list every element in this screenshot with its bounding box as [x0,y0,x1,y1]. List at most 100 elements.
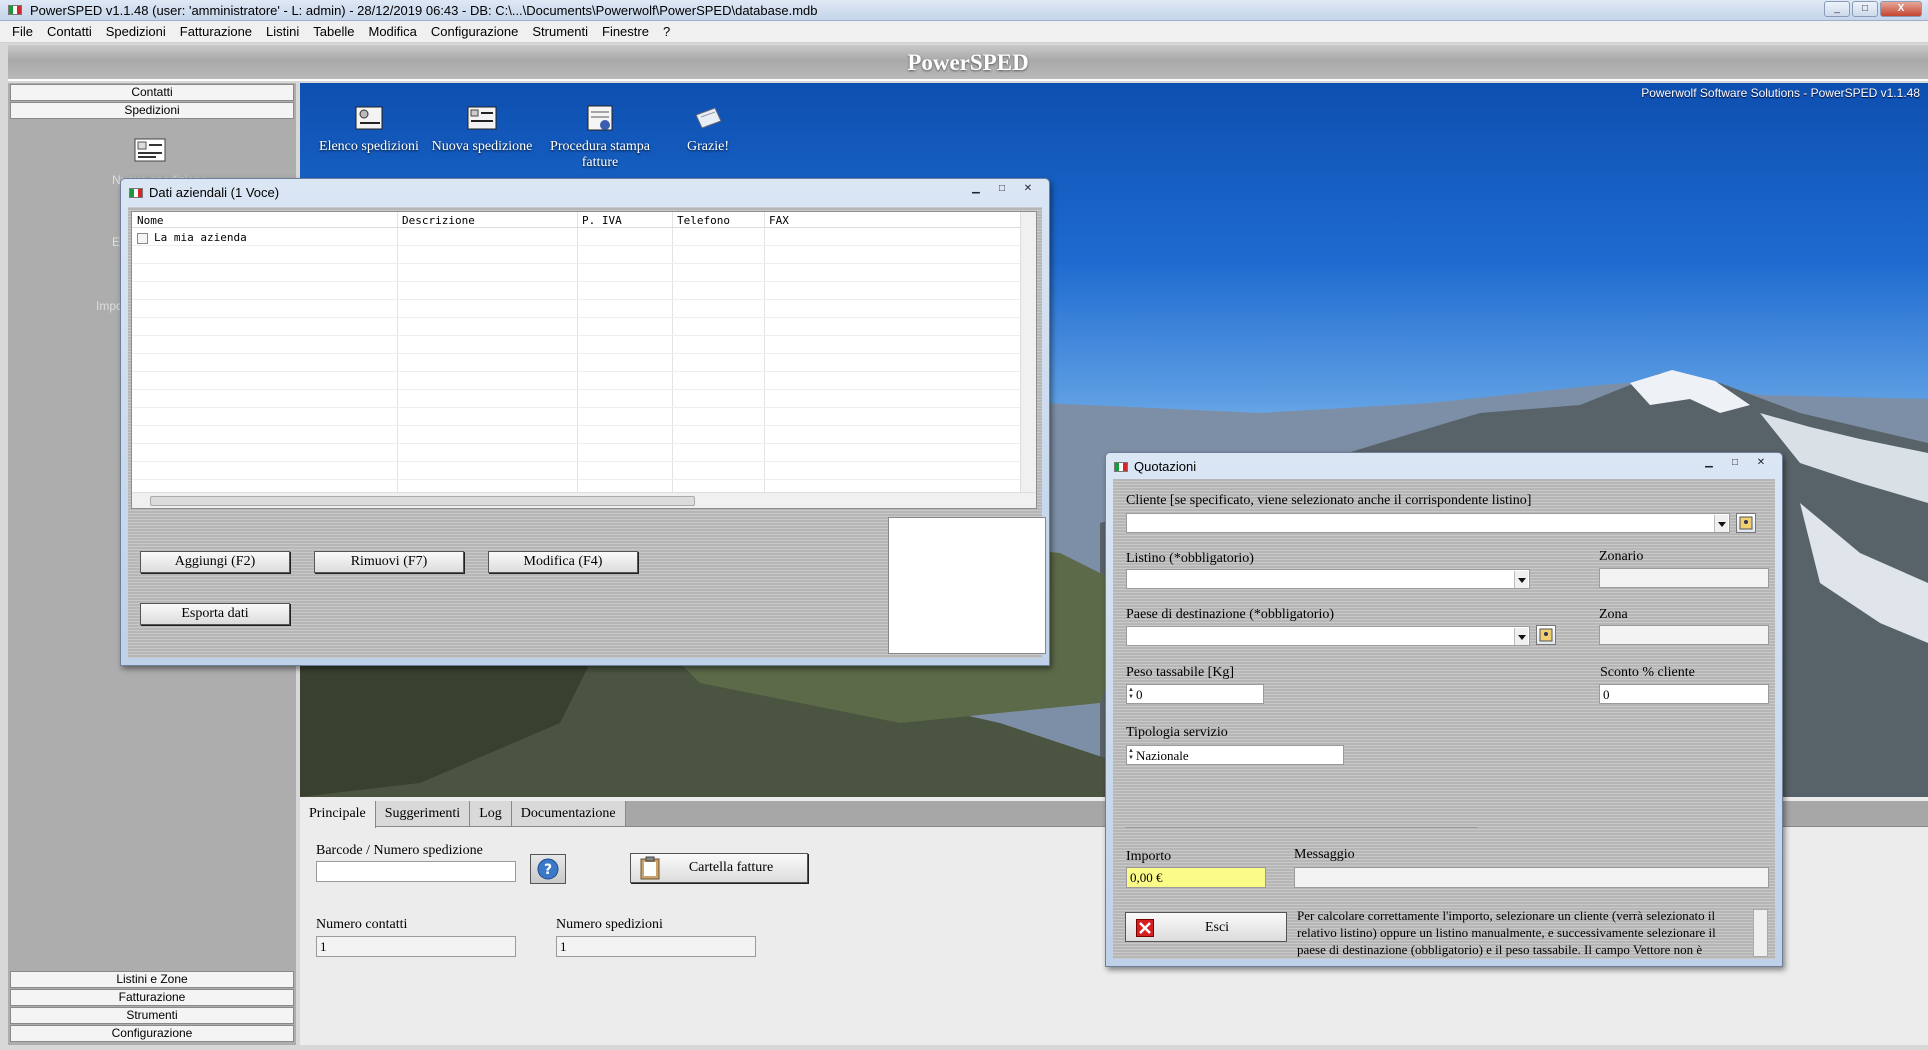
tipologia-label: Tipologia servizio [1126,725,1228,740]
tipologia-stepper[interactable]: ▲ ▼ Nazionale [1126,745,1344,765]
companies-grid[interactable]: Nome Descrizione P. IVA Telefono FAX La … [131,211,1037,509]
menu-tabelle[interactable]: Tabelle [313,24,354,39]
zonario-field [1599,568,1769,588]
column-header[interactable]: Telefono [677,214,730,227]
grid-horizontal-scrollbar[interactable] [132,492,1036,508]
brand-text: Powerwolf Software Solutions - PowerSPED… [1641,86,1920,100]
dati-aziendali-window: Dati aziendali (1 Voce) ▁ □ ✕ Nome Descr… [120,178,1050,666]
shipments-count-field: 1 [556,936,756,957]
menu-bar: File Contatti Spedizioni Fatturazione Li… [0,21,1928,43]
desktop-item-label: Procedura stampa fatture [550,139,650,170]
chevron-down-icon[interactable] [1714,515,1728,532]
sidebar-item-contatti[interactable]: Contatti [10,84,294,101]
help-text-scrollbar[interactable] [1753,909,1768,957]
paese-combo[interactable] [1126,626,1530,646]
close-icon [1136,919,1154,937]
window-title: PowerSPED v1.1.48 (user: 'amministratore… [30,3,818,18]
shipment-list-icon [355,106,383,130]
listino-combo[interactable] [1126,569,1530,589]
spin-arrows-icon[interactable]: ▲ ▼ [1128,748,1134,762]
dati-window-title: Dati aziendali (1 Voce) [149,185,280,200]
tab-log[interactable]: Log [470,801,512,826]
esporta-dati-button[interactable]: Esporta dati [140,603,290,625]
quotazioni-window: Quotazioni ▁ □ ✕ Cliente [se specificato… [1105,452,1783,967]
menu-file[interactable]: File [12,24,33,39]
app-name: PowerSPED [907,50,1029,75]
chevron-down-icon[interactable] [1514,571,1528,588]
svg-text:?: ? [544,862,552,878]
separator [1126,827,1478,828]
sidebar-item-listini-zone[interactable]: Listini e Zone [10,971,294,988]
window-title-bar[interactable]: PowerSPED v1.1.48 (user: 'amministratore… [0,0,1928,21]
column-header[interactable]: FAX [769,214,789,227]
menu-finestre[interactable]: Finestre [602,24,649,39]
menu-help[interactable]: ? [663,24,670,39]
zona-field [1599,625,1769,645]
barcode-input[interactable] [316,861,516,882]
menu-spedizioni[interactable]: Spedizioni [106,24,166,39]
chevron-down-icon[interactable] [1514,628,1528,645]
esci-button[interactable]: Esci [1125,912,1287,942]
sidebar-item-spedizioni[interactable]: Spedizioni [10,102,294,119]
new-shipment-panel-icon[interactable] [134,137,166,163]
peso-stepper[interactable]: ▲ ▼ 0 [1126,684,1264,704]
rimuovi-button[interactable]: Rimuovi (F7) [314,551,464,573]
desktop-item-nuova-spedizione[interactable]: Nuova spedizione [430,103,534,155]
dati-minimize-button[interactable]: ▁ [963,181,989,197]
row-checkbox[interactable] [137,233,148,244]
desktop-item-grazie[interactable]: Grazie! [668,103,748,155]
tab-suggerimenti[interactable]: Suggerimenti [375,801,471,826]
menu-strumenti[interactable]: Strumenti [532,24,588,39]
contacts-label: Numero contatti [316,917,408,932]
dati-close-button[interactable]: ✕ [1015,181,1041,197]
grid-vertical-scrollbar[interactable] [1020,212,1036,493]
sidebar-item-configurazione[interactable]: Configurazione [10,1025,294,1042]
quotazioni-window-body: Cliente [se specificato, viene seleziona… [1113,479,1775,959]
help-button[interactable]: ? [530,854,566,884]
menu-modifica[interactable]: Modifica [368,24,416,39]
menu-listini[interactable]: Listini [266,24,299,39]
menu-fatturazione[interactable]: Fatturazione [180,24,252,39]
minimize-button[interactable]: _ [1824,1,1850,17]
paese-search-button[interactable] [1536,625,1556,645]
desktop-item-label: Nuova spedizione [431,139,533,154]
sidebar-item-strumenti[interactable]: Strumenti [10,1007,294,1024]
cliente-search-button[interactable] [1736,513,1756,533]
listino-label: Listino (*obbligatorio) [1126,551,1254,566]
cliente-combo[interactable] [1126,513,1730,533]
quotazioni-close-button[interactable]: ✕ [1748,455,1774,471]
menu-contatti[interactable]: Contatti [47,24,92,39]
app-header: PowerSPED [8,45,1928,81]
quotazioni-minimize-button[interactable]: ▁ [1696,455,1722,471]
column-header[interactable]: Nome [137,214,164,227]
tab-documentazione[interactable]: Documentazione [511,801,626,826]
desktop-item-stampa-fatture[interactable]: Procedura stampa fatture [540,103,660,171]
desktop-item-label: Grazie! [687,139,729,154]
peso-value: 0 [1136,687,1143,702]
column-header[interactable]: Descrizione [402,214,475,227]
row-nome: La mia azienda [154,231,247,244]
quotazioni-maximize-button[interactable]: □ [1722,455,1748,471]
dati-maximize-button[interactable]: □ [989,181,1015,197]
maximize-button[interactable]: □ [1852,1,1878,17]
desktop-item-label: Elenco spedizioni [319,139,419,154]
esci-label: Esci [1204,920,1230,935]
close-button[interactable]: X [1880,1,1922,17]
aggiungi-button[interactable]: Aggiungi (F2) [140,551,290,573]
tab-principale[interactable]: Principale [300,801,376,828]
cartella-fatture-button[interactable]: Cartella fatture [630,853,808,883]
importo-label: Importo [1126,849,1172,864]
menu-configurazione[interactable]: Configurazione [431,24,518,39]
desktop-item-elenco-spedizioni[interactable]: Elenco spedizioni [314,103,424,155]
table-row[interactable]: La mia azienda [132,229,1020,246]
peso-label: Peso tassabile [Kg] [1126,665,1235,680]
new-shipment-icon [467,106,497,130]
modifica-button[interactable]: Modifica (F4) [488,551,638,573]
thanks-icon [695,107,722,129]
help-text: Per calcolare correttamente l'importo, s… [1297,908,1716,957]
barcode-label: Barcode / Numero spedizione [316,843,483,858]
sidebar-item-fatturazione[interactable]: Fatturazione [10,989,294,1006]
sconto-field[interactable]: 0 [1599,684,1769,704]
column-header[interactable]: P. IVA [582,214,622,227]
spin-arrows-icon[interactable]: ▲ ▼ [1128,687,1134,701]
